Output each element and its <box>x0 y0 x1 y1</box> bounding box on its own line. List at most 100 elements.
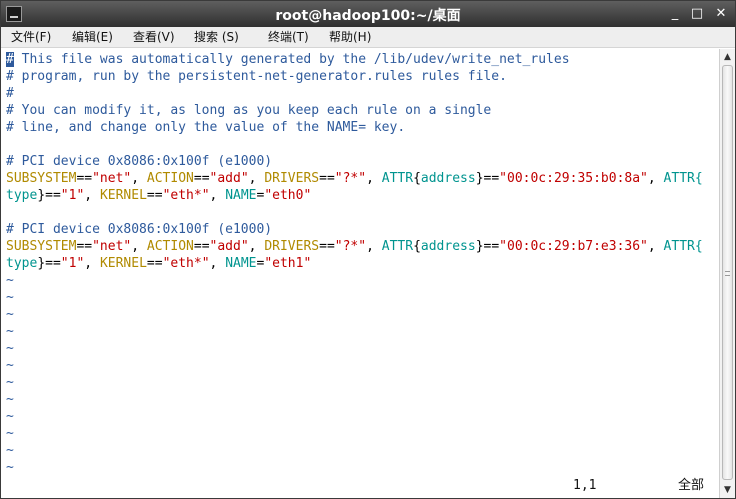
syntax-token: , <box>647 171 664 186</box>
syntax-token: type <box>6 256 38 271</box>
syntax-token: , <box>131 239 147 254</box>
syntax-token: NAME <box>225 188 257 203</box>
syntax-token: # You can modify it, as long as you keep… <box>6 103 492 118</box>
editor-line: # You can modify it, as long as you keep… <box>6 102 491 119</box>
empty-line-tilde: ~ <box>6 375 14 390</box>
syntax-token: , <box>647 239 664 254</box>
arrow-down-icon[interactable]: ▼ <box>720 483 735 497</box>
title-bar[interactable]: root@hadoop100:~/桌面 _ □ ✕ <box>1 1 735 27</box>
scrollbar-thumb[interactable] <box>722 65 733 480</box>
minimize-button[interactable]: _ <box>665 4 685 24</box>
syntax-token: == <box>76 171 93 186</box>
menu-terminal[interactable]: 终端(T) <box>268 29 309 47</box>
syntax-token: "1" <box>60 256 85 271</box>
syntax-token: # program, run by the persistent-net-gen… <box>6 69 507 84</box>
syntax-token: , <box>84 188 100 203</box>
menu-bar: 文件(F) 编辑(E) 查看(V) 搜索 (S) 终端(T) 帮助(H) <box>1 27 735 48</box>
syntax-token: address <box>420 171 476 186</box>
syntax-token: , <box>209 188 226 203</box>
menu-view[interactable]: 查看(V) <box>133 29 175 47</box>
menu-search[interactable]: 搜索 (S) <box>194 29 239 47</box>
syntax-token: "add" <box>209 239 249 254</box>
syntax-token: == <box>319 239 335 254</box>
syntax-token: ACTION <box>146 171 194 186</box>
editor-line: # <box>6 85 14 102</box>
syntax-token: SUBSYSTEM <box>6 171 77 186</box>
syntax-token: ATTR <box>381 239 414 254</box>
scroll-indicator: 全部 <box>678 478 705 493</box>
syntax-token: "1" <box>60 188 85 203</box>
text-cursor: # <box>6 52 14 67</box>
syntax-token: type <box>6 188 38 203</box>
syntax-token: ACTION <box>146 239 194 254</box>
syntax-token: , <box>366 171 382 186</box>
syntax-token: }== <box>475 239 500 254</box>
terminal-window: root@hadoop100:~/桌面 _ □ ✕ 文件(F) 编辑(E) 查看… <box>0 0 736 499</box>
syntax-token: == <box>76 239 93 254</box>
syntax-token: , <box>248 239 265 254</box>
syntax-token: , <box>248 171 265 186</box>
vim-editor-area[interactable]: 1,1 全部 # This file was automatically gen… <box>1 49 719 498</box>
syntax-token: "net" <box>92 239 132 254</box>
syntax-token: KERNEL <box>99 188 147 203</box>
window-title: root@hadoop100:~/桌面 <box>275 8 461 24</box>
syntax-token: # <box>6 86 14 101</box>
menu-edit[interactable]: 编辑(E) <box>72 29 113 47</box>
syntax-token: "?*" <box>334 239 367 254</box>
empty-line-tilde: ~ <box>6 460 14 475</box>
syntax-token: == <box>146 188 163 203</box>
syntax-token: , <box>84 256 100 271</box>
vertical-scrollbar[interactable]: ▲ ▼ <box>719 49 735 498</box>
syntax-token: "?*" <box>334 171 367 186</box>
empty-line-tilde: ~ <box>6 426 14 441</box>
syntax-token: SUBSYSTEM <box>6 239 77 254</box>
cursor-position: 1,1 <box>573 478 597 493</box>
empty-line-tilde: ~ <box>6 273 14 288</box>
syntax-token: ATTR <box>381 171 414 186</box>
menu-help[interactable]: 帮助(H) <box>329 29 371 47</box>
editor-line: type}=="1", KERNEL=="eth*", NAME="eth1" <box>6 255 311 272</box>
syntax-token: "eth1" <box>264 256 312 271</box>
empty-line-tilde: ~ <box>6 443 14 458</box>
syntax-token: This file was automatically generated by… <box>13 52 570 67</box>
syntax-token: DRIVERS <box>264 239 320 254</box>
syntax-token: , <box>131 171 147 186</box>
empty-line-tilde: ~ <box>6 324 14 339</box>
empty-line-tilde: ~ <box>6 409 14 424</box>
empty-line-tilde: ~ <box>6 392 14 407</box>
empty-line-tilde: ~ <box>6 290 14 305</box>
syntax-token: "eth*" <box>162 188 210 203</box>
syntax-token: address <box>420 239 476 254</box>
editor-line: # program, run by the persistent-net-gen… <box>6 68 507 85</box>
empty-line-tilde: ~ <box>6 307 14 322</box>
editor-line: SUBSYSTEM=="net", ACTION=="add", DRIVERS… <box>6 170 703 187</box>
editor-line: # PCI device 0x8086:0x100f (e1000) <box>6 153 272 170</box>
close-button[interactable]: ✕ <box>711 4 731 24</box>
menu-file[interactable]: 文件(F) <box>11 29 51 47</box>
editor-line: # line, and change only the value of the… <box>6 119 405 136</box>
syntax-token: ATTR{ <box>663 239 703 254</box>
syntax-token: "eth0" <box>264 188 312 203</box>
empty-line-tilde: ~ <box>6 341 14 356</box>
syntax-token: }== <box>37 188 61 203</box>
syntax-token: # PCI device 0x8086:0x100f (e1000) <box>6 154 273 169</box>
syntax-token: # line, and change only the value of the… <box>6 120 406 135</box>
editor-line: # This file was automatically generated … <box>6 51 570 68</box>
grip-icon <box>725 271 730 276</box>
editor-line: # PCI device 0x8086:0x100f (e1000) <box>6 221 272 238</box>
syntax-token: "eth*" <box>162 256 210 271</box>
syntax-token: { <box>413 239 421 254</box>
editor-line: SUBSYSTEM=="net", ACTION=="add", DRIVERS… <box>6 238 703 255</box>
maximize-button[interactable]: □ <box>687 4 707 24</box>
syntax-token: "00:0c:29:35:b0:8a" <box>499 171 648 186</box>
syntax-token: "00:0c:29:b7:e3:36" <box>499 239 648 254</box>
syntax-token: # PCI device 0x8086:0x100f (e1000) <box>6 222 273 237</box>
syntax-token: { <box>413 171 421 186</box>
syntax-token: "net" <box>92 171 132 186</box>
syntax-token: , <box>366 239 382 254</box>
syntax-token: NAME <box>225 256 257 271</box>
syntax-token: KERNEL <box>99 256 147 271</box>
syntax-token: == <box>193 239 210 254</box>
empty-line-tilde: ~ <box>6 358 14 373</box>
arrow-up-icon[interactable]: ▲ <box>720 50 735 64</box>
